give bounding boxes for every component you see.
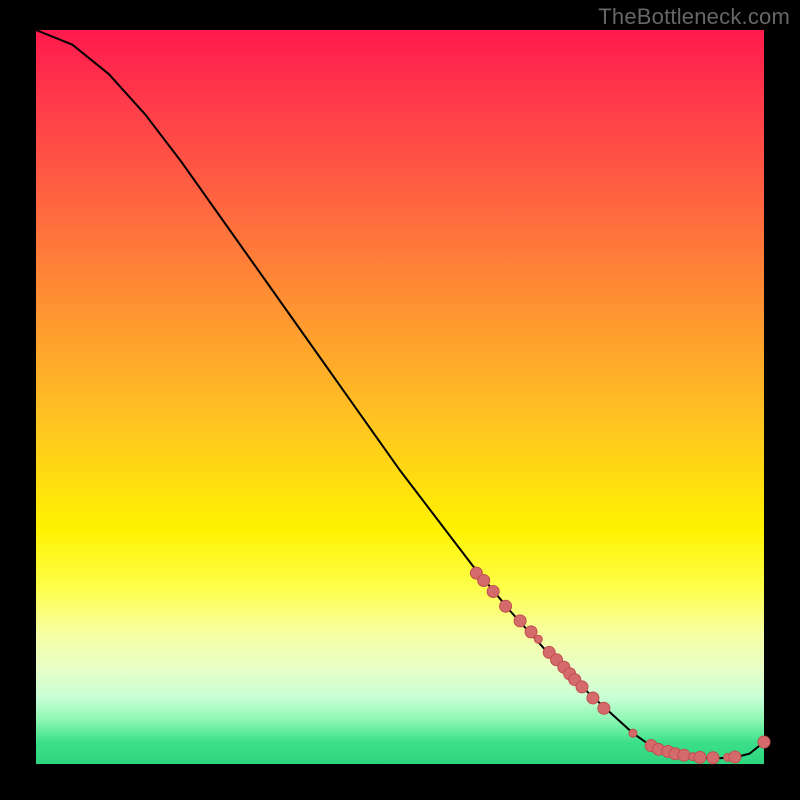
data-dot — [514, 615, 526, 627]
data-dot — [678, 749, 690, 761]
data-dot — [587, 692, 599, 704]
chart-svg — [36, 30, 764, 764]
data-dot — [758, 736, 770, 748]
data-dot — [729, 751, 741, 763]
data-dot — [598, 702, 610, 714]
data-dot — [534, 635, 542, 643]
watermark-text: TheBottleneck.com — [598, 4, 790, 30]
chart-container: TheBottleneck.com — [0, 0, 800, 800]
data-dot — [629, 729, 637, 737]
data-dot — [707, 752, 719, 764]
data-dot — [576, 681, 588, 693]
data-dot — [500, 600, 512, 612]
data-dot — [694, 751, 706, 763]
dots-group — [470, 567, 770, 764]
data-dot — [478, 575, 490, 587]
data-dot — [487, 586, 499, 598]
curve-line — [36, 30, 764, 758]
